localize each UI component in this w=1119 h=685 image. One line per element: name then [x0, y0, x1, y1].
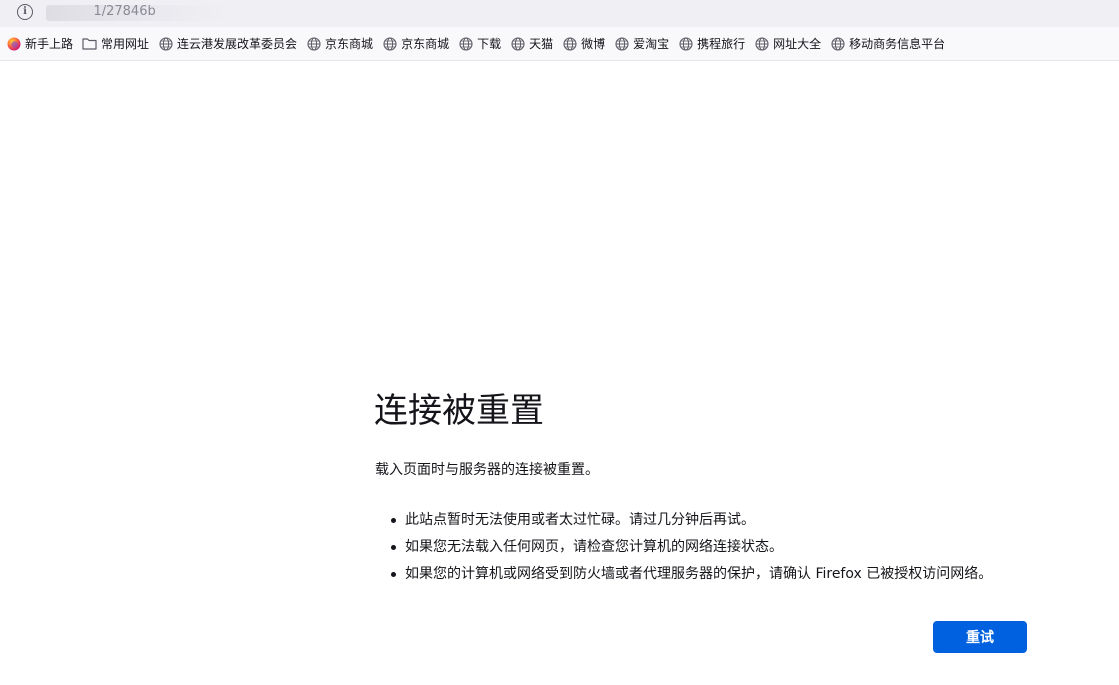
retry-button[interactable]: 重试: [933, 621, 1027, 653]
bookmark-label: 微博: [581, 37, 606, 51]
bookmark-item[interactable]: 天猫: [509, 32, 557, 56]
suggestion-text: 如果您无法载入任何网页，请检查您计算机的网络连接状态。: [405, 539, 783, 555]
suggestion-text: 如果您的计算机或网络受到防火墙或者代理服务器的保护，请确认 Firefox 已被…: [405, 566, 993, 582]
bookmark-item[interactable]: 微博: [561, 32, 609, 56]
globe-icon: [678, 36, 693, 51]
error-description: 载入页面时与服务器的连接被重置。: [375, 462, 599, 478]
bullet-icon: [391, 572, 396, 577]
folder-icon: [82, 36, 97, 51]
bookmark-item[interactable]: 常用网址: [81, 32, 153, 56]
firefox-icon: [6, 36, 21, 51]
bookmark-label: 天猫: [529, 37, 554, 51]
list-item: 如果您的计算机或网络受到防火墙或者代理服务器的保护，请确认 Firefox 已被…: [375, 564, 992, 591]
bookmark-label: 常用网址: [101, 37, 150, 51]
bullet-icon: [391, 545, 396, 550]
list-item: 此站点暂时无法使用或者太过忙碌。请过几分钟后再试。: [375, 510, 992, 537]
bookmark-label: 京东商城: [325, 37, 374, 51]
bookmark-label: 新手上路: [25, 37, 74, 51]
bookmark-label: 连云港发展改革委员会: [177, 37, 298, 51]
bookmark-item[interactable]: 移动商务信息平台: [829, 32, 949, 56]
bookmark-label: 下载: [477, 37, 502, 51]
bookmark-item[interactable]: 携程旅行: [677, 32, 749, 56]
suggestion-text: 此站点暂时无法使用或者太过忙碌。请过几分钟后再试。: [405, 512, 755, 528]
bookmark-item[interactable]: 京东商城: [381, 32, 453, 56]
bookmark-item[interactable]: 京东商城: [305, 32, 377, 56]
error-suggestions-list: 此站点暂时无法使用或者太过忙碌。请过几分钟后再试。 如果您无法载入任何网页，请检…: [375, 510, 992, 591]
globe-icon: [754, 36, 769, 51]
bookmark-item[interactable]: 爱淘宝: [613, 32, 673, 56]
bookmark-item[interactable]: 新手上路: [5, 32, 77, 56]
error-title: 连接被重置: [374, 391, 544, 431]
bullet-icon: [391, 518, 396, 523]
bookmarks-toolbar: 新手上路 常用网址 连云港发展改革委员会 京东商城 京东商城 下载 天猫 微博 爱淘宝 携程旅行 网…: [0, 27, 1119, 61]
globe-icon: [830, 36, 845, 51]
globe-icon: [306, 36, 321, 51]
bookmark-item[interactable]: 连云港发展改革委员会: [157, 32, 301, 56]
bookmark-label: 京东商城: [401, 37, 450, 51]
bookmark-label: 爱淘宝: [633, 37, 670, 51]
url-text[interactable]: ​​ ​ ​ ​ ​ ​ ​ ​ ​ ​ ​ 1/27846b: [48, 4, 156, 19]
info-icon[interactable]: i: [17, 4, 33, 20]
globe-icon: [614, 36, 629, 51]
bookmark-item[interactable]: 网址大全: [753, 32, 825, 56]
list-item: 如果您无法载入任何网页，请检查您计算机的网络连接状态。: [375, 537, 992, 564]
url-bar[interactable]: i ​​ ​ ​ ​ ​ ​ ​ ​ ​ ​ ​ 1/27846b: [0, 0, 1119, 27]
bookmark-label: 携程旅行: [697, 37, 746, 51]
globe-icon: [158, 36, 173, 51]
globe-icon: [562, 36, 577, 51]
bookmark-item[interactable]: 下载: [457, 32, 505, 56]
globe-icon: [382, 36, 397, 51]
globe-icon: [458, 36, 473, 51]
bookmark-label: 移动商务信息平台: [849, 37, 946, 51]
bookmark-label: 网址大全: [773, 37, 822, 51]
globe-icon: [510, 36, 525, 51]
